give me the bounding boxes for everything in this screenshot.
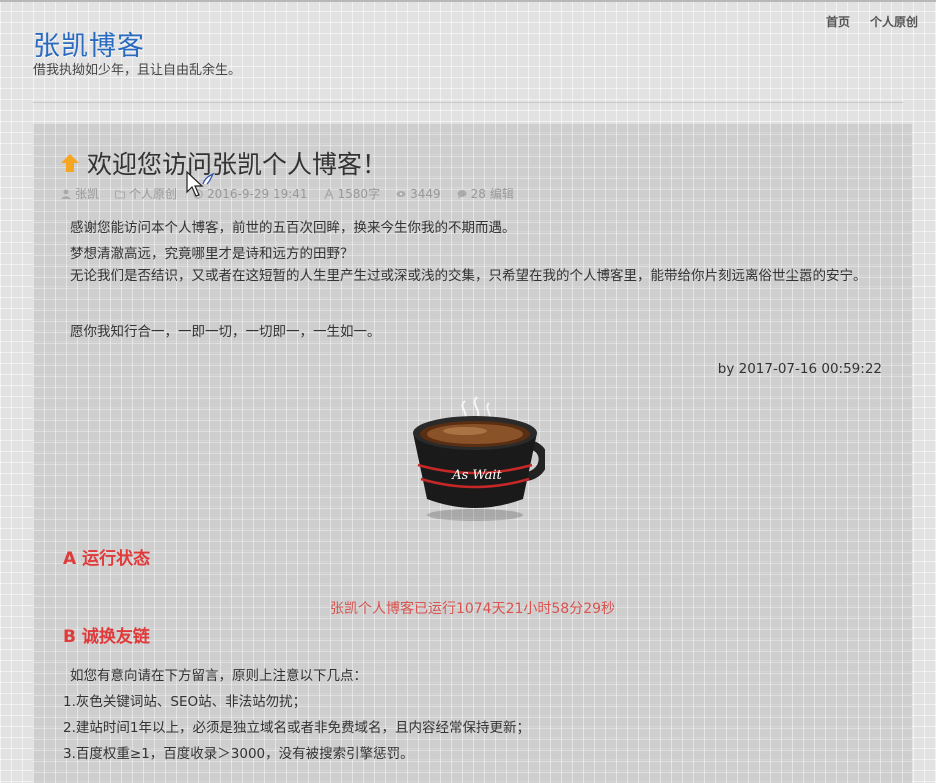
meta-category[interactable]: 个人原创	[115, 185, 177, 202]
meta-edit-link[interactable]: 编辑	[490, 185, 514, 202]
main-nav: 首页 个人原创	[826, 13, 918, 30]
coffee-cup-image: As Wait	[413, 396, 545, 521]
paragraph-3: 无论我们是否结识，又或者在这短暂的人生里产生过或深或浅的交集，只希望在我的个人博…	[70, 268, 867, 284]
meta-category-text: 个人原创	[129, 187, 178, 201]
paragraph-2: 梦想清澈高远，究竟哪里才是诗和远方的田野？	[70, 246, 354, 262]
section-b-heading: B 诚换友链	[63, 627, 150, 647]
cup-text: As Wait	[451, 468, 502, 483]
post-title[interactable]: 欢迎您访问张凯个人博客！	[61, 145, 387, 181]
meta-words: 1580字	[323, 185, 381, 202]
comment-icon	[457, 189, 467, 199]
post-title-text: 欢迎您访问张凯个人博客！	[87, 150, 388, 179]
runtime-counter: 张凯个人博客已运行1074天21小时58分29秒	[329, 601, 616, 617]
post-meta: 张凯 个人原创 2016-9-29 19:41 1580字 3449 28 编辑	[61, 185, 514, 202]
post-byline: by 2017-07-16 00:59:22	[717, 361, 882, 377]
meta-comments[interactable]: 28 编辑	[457, 185, 514, 202]
site-tagline: 借我执拗如少年，且让自由乱余生。	[33, 63, 242, 78]
meta-words-text: 1580字	[337, 187, 381, 201]
eye-icon	[396, 190, 406, 197]
paragraph-1: 感谢您能访问本个人博客，前世的五百次回眸，换来今生你我的不期而遇。	[70, 220, 516, 236]
up-arrow-icon	[61, 154, 79, 172]
meta-author[interactable]: 张凯	[61, 185, 99, 202]
meta-date-text: 2016-9-29 19:41	[207, 186, 308, 201]
mouse-cursor-icon	[186, 170, 215, 197]
meta-views: 3449	[396, 185, 441, 202]
font-icon	[323, 188, 334, 199]
user-icon	[61, 189, 71, 199]
site-title[interactable]: 张凯博客	[33, 24, 145, 63]
folder-icon	[115, 190, 126, 198]
nav-home[interactable]: 首页	[826, 13, 850, 30]
friend-link-rule-3: 3.百度权重≥1，百度收录＞3000，没有被搜索引擎惩罚。	[63, 746, 414, 762]
header-divider	[33, 102, 903, 103]
friend-link-intro: 如您有意向请在下方留言，原则上注意以下几点：	[70, 668, 367, 684]
paragraph-4: 愿你我知行合一，一即一切，一切即一，一生如一。	[70, 324, 381, 340]
friend-link-rule-2: 2.建站时间1年以上，必须是独立域名或者非免费域名，且内容经常保持更新；	[63, 720, 530, 736]
nav-original[interactable]: 个人原创	[870, 13, 918, 30]
friend-link-rule-1: 1.灰色关键词站、SEO站、非法站勿扰；	[63, 694, 307, 710]
meta-views-text: 3449	[410, 186, 441, 201]
top-border	[0, 0, 936, 2]
section-a-heading: A 运行状态	[63, 549, 151, 569]
meta-comments-text: 28	[470, 186, 486, 201]
meta-author-text: 张凯	[75, 187, 100, 201]
article-card: 欢迎您访问张凯个人博客！ 张凯 个人原创 2016-9-29 19:41 158…	[33, 123, 912, 783]
